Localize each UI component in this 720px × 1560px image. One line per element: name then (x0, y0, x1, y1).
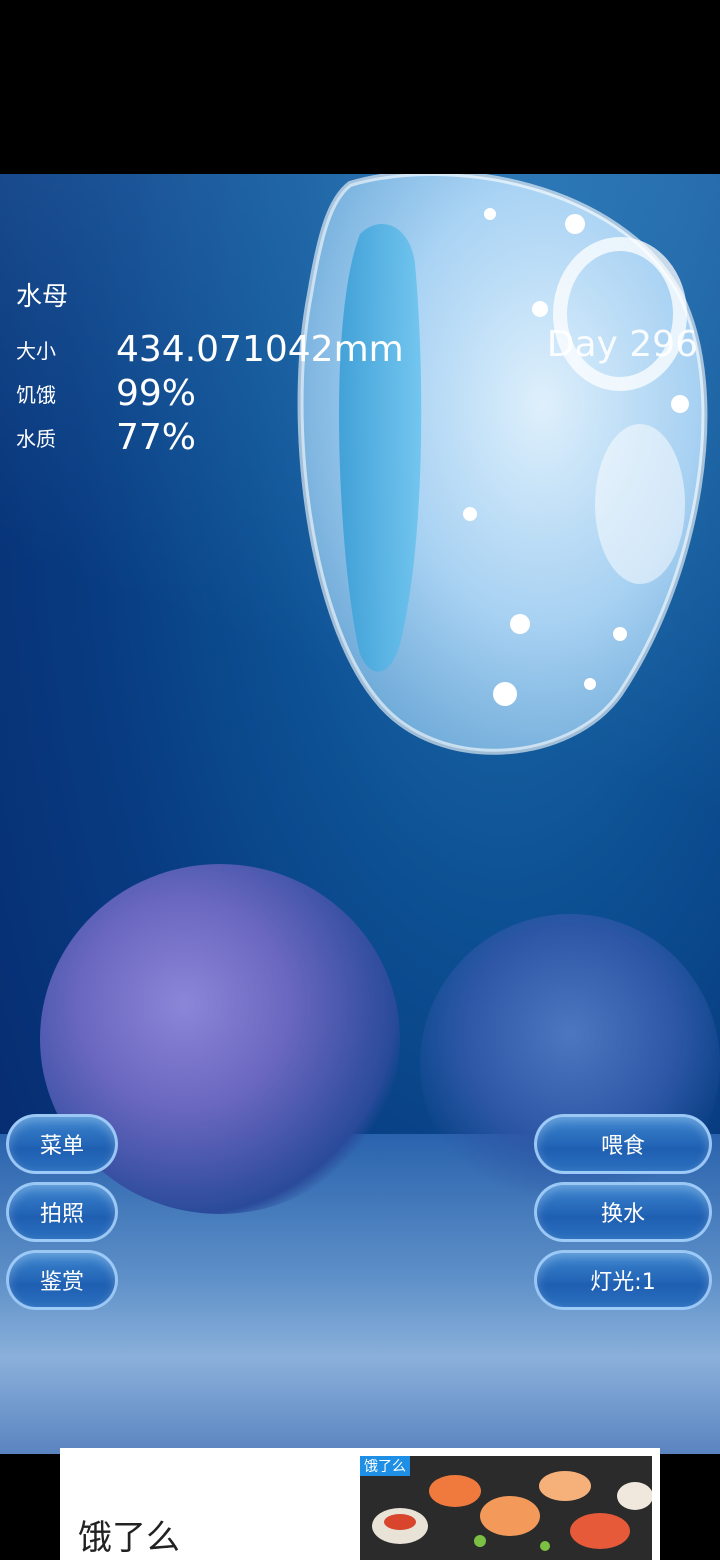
gallery-button[interactable]: 鉴赏 (6, 1250, 118, 1310)
hunger-row: 饥饿 99% (16, 371, 404, 415)
jellyfish-image[interactable] (290, 174, 710, 764)
photo-button[interactable]: 拍照 (6, 1182, 118, 1242)
ad-title: 饿了么 (78, 1518, 180, 1558)
change-water-button[interactable]: 换水 (534, 1182, 712, 1242)
ad-banner[interactable]: 饿了么 饿了么 (60, 1448, 660, 1560)
light-button[interactable]: 灯光:1 (534, 1250, 712, 1310)
status-panel: 水母 大小 434.071042mm 饥饿 99% 水质 77% (16, 276, 404, 459)
top-black-bar (0, 0, 720, 174)
menu-button[interactable]: 菜单 (6, 1114, 118, 1174)
water-quality-row: 水质 77% (16, 415, 404, 459)
hunger-value: 99% (116, 372, 197, 414)
feed-button[interactable]: 喂食 (534, 1114, 712, 1174)
pet-name: 水母 (16, 282, 69, 312)
hunger-label: 饥饿 (16, 382, 56, 407)
size-label: 大小 (16, 338, 56, 363)
day-counter: Day 296 (546, 324, 698, 365)
ad-logo: 饿了么 (360, 1456, 410, 1476)
size-value: 434.071042mm (116, 328, 404, 370)
water-quality-value: 77% (116, 416, 197, 458)
water-quality-label: 水质 (16, 426, 56, 451)
size-row: 大小 434.071042mm (16, 327, 404, 371)
ad-image[interactable]: 饿了么 (360, 1456, 652, 1560)
